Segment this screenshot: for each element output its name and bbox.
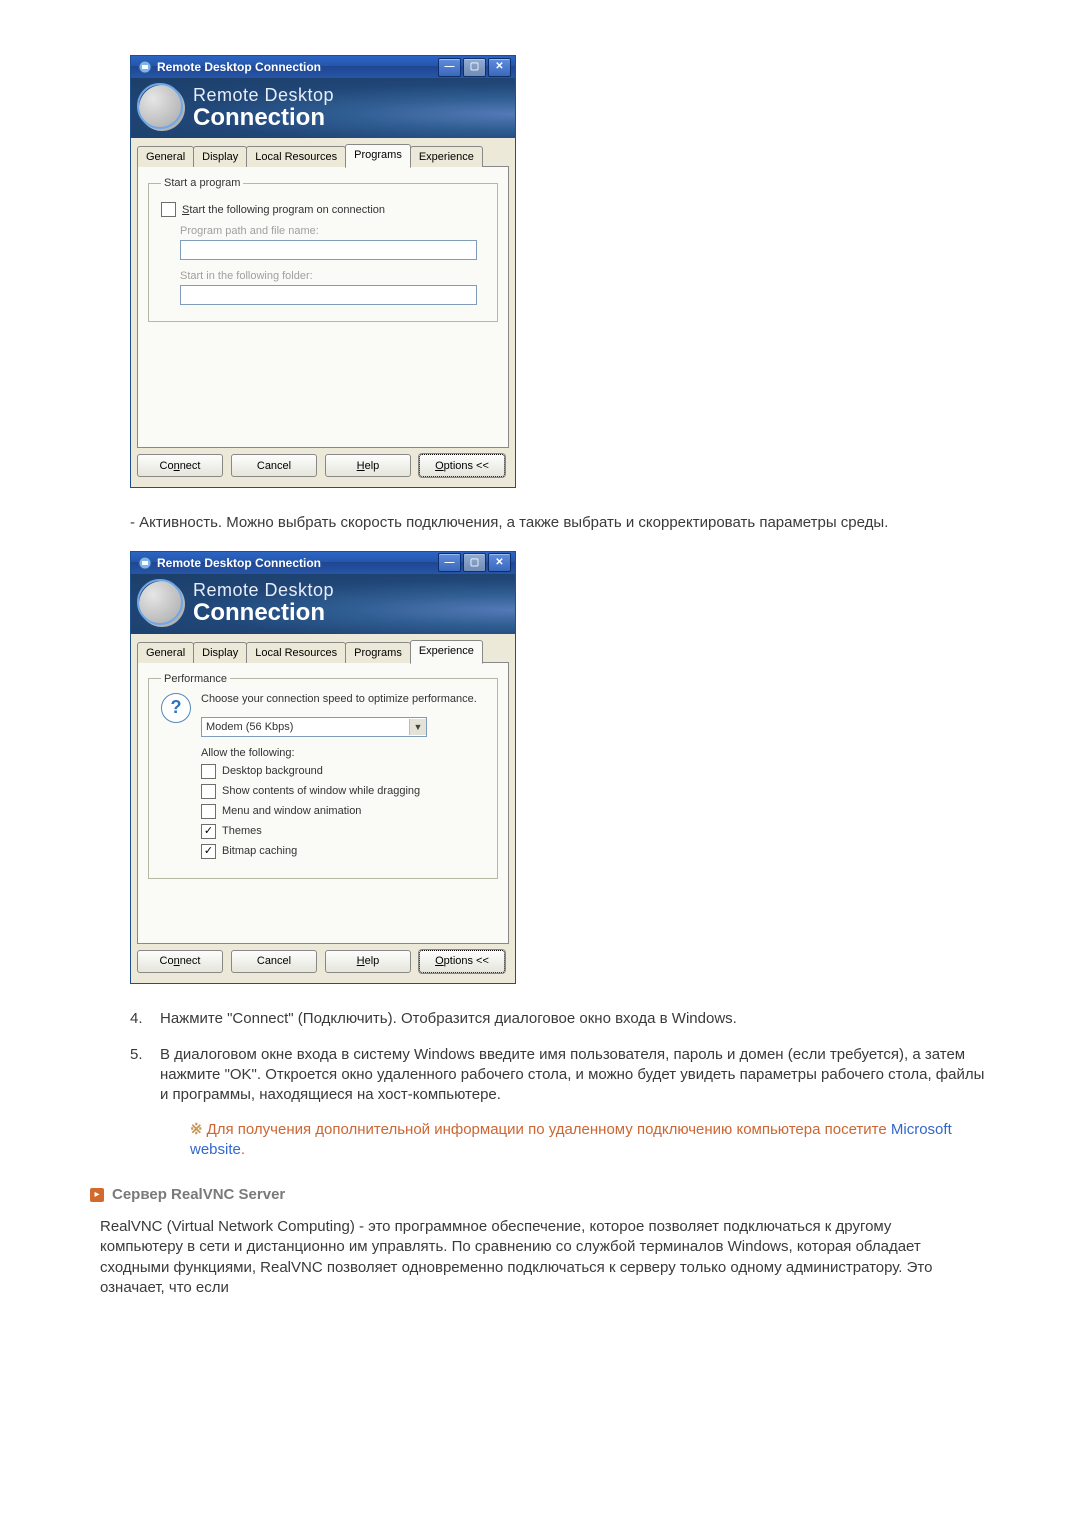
tab-local-resources[interactable]: Local Resources xyxy=(246,146,346,167)
connect-button[interactable]: Connect xyxy=(137,950,223,973)
program-path-input[interactable] xyxy=(180,240,477,260)
cb-label: Desktop background xyxy=(222,765,323,777)
section-body-realvnc: RealVNC (Virtual Network Computing) - эт… xyxy=(100,1217,950,1298)
minimize-button[interactable]: — xyxy=(438,58,461,77)
rdc-title-icon xyxy=(137,59,153,75)
paragraph-experience-desc: - Активность. Можно выбрать скорость под… xyxy=(130,513,950,533)
tab-panel-experience: Performance ? Choose your connection spe… xyxy=(137,663,509,944)
cancel-button[interactable]: Cancel xyxy=(231,950,317,973)
rdc-window-programs: Remote Desktop Connection — ▢ ✕ Remote D… xyxy=(130,55,516,488)
section-header-realvnc: ▸ Сервер RealVNC Server xyxy=(90,1186,990,1203)
rdc-logo-icon xyxy=(139,85,185,131)
tab-display[interactable]: Display xyxy=(193,146,247,167)
header-banner: Remote Desktop Connection xyxy=(131,574,515,634)
options-button[interactable]: Options << xyxy=(419,950,505,973)
rdc-title-icon xyxy=(137,555,153,571)
rdc-logo-icon xyxy=(139,581,185,627)
button-row: Connect Cancel Help Options << xyxy=(137,448,509,479)
start-folder-input[interactable] xyxy=(180,285,477,305)
header-banner: Remote Desktop Connection xyxy=(131,78,515,138)
button-row: Connect Cancel Help Options << xyxy=(137,944,509,975)
client-area: General Display Local Resources Programs… xyxy=(131,634,515,983)
step-4: Нажмите "Connect" (Подключить). Отобрази… xyxy=(130,1009,990,1029)
performance-instruction: Choose your connection speed to optimize… xyxy=(201,693,477,705)
rdc-window-experience: Remote Desktop Connection — ▢ ✕ Remote D… xyxy=(130,551,516,984)
tab-local-resources[interactable]: Local Resources xyxy=(246,642,346,663)
cb-label: Bitmap caching xyxy=(222,845,297,857)
desktop-background-checkbox[interactable] xyxy=(201,764,216,779)
tab-experience[interactable]: Experience xyxy=(410,640,483,664)
window-title: Remote Desktop Connection xyxy=(157,60,321,74)
brand-bottom: Connection xyxy=(193,105,334,130)
minimize-button[interactable]: — xyxy=(438,553,461,572)
cb-label: Themes xyxy=(222,825,262,837)
note-suffix: . xyxy=(241,1141,245,1158)
show-window-contents-checkbox[interactable] xyxy=(201,784,216,799)
section-title: Сервер RealVNC Server xyxy=(112,1186,285,1203)
tab-general[interactable]: General xyxy=(137,642,194,663)
allow-label: Allow the following: xyxy=(201,747,477,759)
step-5-text: В диалоговом окне входа в систему Window… xyxy=(160,1046,984,1104)
fieldset-legend: Start a program xyxy=(161,177,243,189)
section-icon: ▸ xyxy=(90,1188,104,1202)
note-prefix: Для получения дополнительной информации … xyxy=(207,1121,891,1138)
tab-strip: General Display Local Resources Programs… xyxy=(137,146,509,167)
titlebar[interactable]: Remote Desktop Connection — ▢ ✕ xyxy=(131,56,515,78)
step-5: В диалоговом окне входа в систему Window… xyxy=(130,1045,990,1160)
close-button[interactable]: ✕ xyxy=(488,58,511,77)
help-button[interactable]: Help xyxy=(325,454,411,477)
chevron-down-icon: ▼ xyxy=(409,719,426,735)
tab-display[interactable]: Display xyxy=(193,642,247,663)
help-button[interactable]: Help xyxy=(325,950,411,973)
close-button[interactable]: ✕ xyxy=(488,553,511,572)
options-button[interactable]: Options << xyxy=(419,454,505,477)
program-path-label: Program path and file name: xyxy=(180,225,319,237)
instruction-list: Нажмите "Connect" (Подключить). Отобрази… xyxy=(130,1009,990,1161)
cb-label: Show contents of window while dragging xyxy=(222,785,420,797)
window-title: Remote Desktop Connection xyxy=(157,556,321,570)
tab-programs[interactable]: Programs xyxy=(345,144,411,168)
tab-experience[interactable]: Experience xyxy=(410,146,483,167)
start-program-fieldset: Start a program Start the following prog… xyxy=(148,177,498,322)
maximize-button[interactable]: ▢ xyxy=(463,58,486,77)
titlebar[interactable]: Remote Desktop Connection — ▢ ✕ xyxy=(131,552,515,574)
bitmap-caching-checkbox[interactable] xyxy=(201,844,216,859)
tab-strip: General Display Local Resources Programs… xyxy=(137,642,509,663)
menu-animation-checkbox[interactable] xyxy=(201,804,216,819)
note-star-icon: ※ xyxy=(190,1121,203,1138)
connect-button[interactable]: Connect xyxy=(137,454,223,477)
themes-checkbox[interactable] xyxy=(201,824,216,839)
start-folder-label: Start in the following folder: xyxy=(180,270,313,282)
tab-programs[interactable]: Programs xyxy=(345,642,411,663)
cb-label: Menu and window animation xyxy=(222,805,361,817)
dropdown-value: Modem (56 Kbps) xyxy=(206,721,293,733)
connection-speed-select[interactable]: Modem (56 Kbps) ▼ xyxy=(201,717,427,737)
note-more-info: ※Для получения дополнительной информации… xyxy=(190,1120,990,1161)
fieldset-legend: Performance xyxy=(161,673,230,685)
question-icon: ? xyxy=(161,693,191,723)
performance-fieldset: Performance ? Choose your connection spe… xyxy=(148,673,498,879)
maximize-button[interactable]: ▢ xyxy=(463,553,486,572)
start-program-label: Start the following program on connectio… xyxy=(182,204,385,216)
client-area: General Display Local Resources Programs… xyxy=(131,138,515,487)
start-program-checkbox[interactable] xyxy=(161,202,176,217)
brand-bottom: Connection xyxy=(193,600,334,625)
cancel-button[interactable]: Cancel xyxy=(231,454,317,477)
tab-general[interactable]: General xyxy=(137,146,194,167)
brand-top: Remote Desktop xyxy=(193,86,334,105)
brand-top: Remote Desktop xyxy=(193,581,334,600)
tab-panel-programs: Start a program Start the following prog… xyxy=(137,167,509,448)
